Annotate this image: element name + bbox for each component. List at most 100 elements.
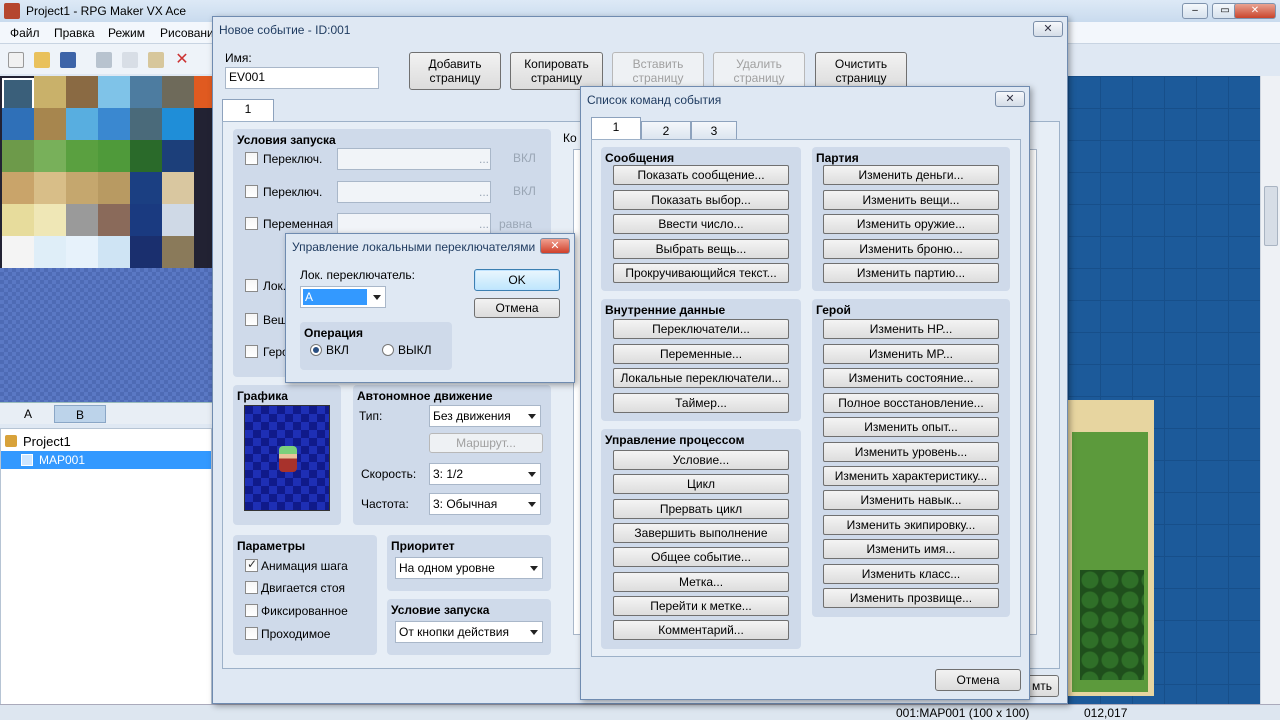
break-loop-button[interactable]: Прервать цикл bbox=[613, 499, 789, 519]
local-switch-ok-button[interactable]: OK bbox=[474, 269, 560, 291]
frequency-select[interactable]: 3: Обычная bbox=[429, 493, 541, 515]
open-project-icon[interactable] bbox=[34, 52, 50, 68]
cut-icon[interactable] bbox=[96, 52, 112, 68]
delete-page-button[interactable]: Удалить страницу bbox=[713, 52, 805, 90]
tile[interactable] bbox=[162, 140, 194, 172]
tile[interactable] bbox=[162, 76, 194, 108]
step-anim-checkbox[interactable] bbox=[245, 581, 258, 594]
comment-button[interactable]: Комментарий... bbox=[613, 620, 789, 640]
tile[interactable] bbox=[162, 108, 194, 140]
save-project-icon[interactable] bbox=[60, 52, 76, 68]
input-number-button[interactable]: Ввести число... bbox=[613, 214, 789, 234]
change-parameter-button[interactable]: Изменить характеристику... bbox=[823, 466, 999, 486]
tile[interactable] bbox=[130, 172, 162, 204]
menu-file[interactable]: Файл bbox=[10, 26, 40, 40]
clear-page-button[interactable]: Очистить страницу bbox=[815, 52, 907, 90]
commands-tab-2[interactable]: 2 bbox=[641, 121, 691, 140]
close-button[interactable]: ✕ bbox=[1234, 3, 1276, 19]
fixed-dir-checkbox[interactable] bbox=[245, 604, 258, 617]
tile[interactable] bbox=[34, 108, 66, 140]
tile[interactable] bbox=[34, 172, 66, 204]
commands-tab-1[interactable]: 1 bbox=[591, 117, 641, 139]
event-page-tab-1[interactable]: 1 bbox=[222, 99, 274, 121]
show-message-button[interactable]: Показать сообщение... bbox=[613, 165, 789, 185]
change-equipment-button[interactable]: Изменить экипировку... bbox=[823, 515, 999, 535]
switch2-checkbox[interactable] bbox=[245, 185, 258, 198]
change-name-button[interactable]: Изменить имя... bbox=[823, 539, 999, 559]
local-switch-select[interactable]: A bbox=[300, 286, 386, 308]
change-level-button[interactable]: Изменить уровень... bbox=[823, 442, 999, 462]
change-mp-button[interactable]: Изменить MP... bbox=[823, 344, 999, 364]
map-vertical-scrollbar[interactable] bbox=[1260, 76, 1280, 704]
minimize-button[interactable]: – bbox=[1182, 3, 1208, 19]
switch1-checkbox[interactable] bbox=[245, 152, 258, 165]
tile-selected[interactable] bbox=[2, 78, 34, 110]
tile[interactable] bbox=[98, 172, 130, 204]
tile[interactable] bbox=[194, 76, 212, 108]
event-name-field[interactable]: EV001 bbox=[225, 67, 379, 89]
select-item-button[interactable]: Выбрать вещь... bbox=[613, 239, 789, 259]
tree-project[interactable]: Project1 bbox=[23, 434, 71, 449]
tile[interactable] bbox=[34, 204, 66, 236]
tile[interactable] bbox=[34, 140, 66, 172]
route-button[interactable]: Маршрут... bbox=[429, 433, 543, 453]
local-switch-cancel-button[interactable]: Отмена bbox=[474, 298, 560, 318]
speed-select[interactable]: 3: 1/2 bbox=[429, 463, 541, 485]
tile[interactable] bbox=[66, 236, 98, 268]
tile[interactable] bbox=[66, 108, 98, 140]
menu-mode[interactable]: Режим bbox=[108, 26, 145, 40]
loop-button[interactable]: Цикл bbox=[613, 474, 789, 494]
switch2-field[interactable] bbox=[337, 181, 491, 203]
tile[interactable] bbox=[66, 76, 98, 108]
change-hp-button[interactable]: Изменить HP... bbox=[823, 319, 999, 339]
event-commands-close-button[interactable]: ✕ bbox=[995, 91, 1025, 107]
tile[interactable] bbox=[2, 108, 34, 140]
tile[interactable] bbox=[2, 140, 34, 172]
tile[interactable] bbox=[98, 76, 130, 108]
change-weapons-button[interactable]: Изменить оружие... bbox=[823, 214, 999, 234]
common-event-button[interactable]: Общее событие... bbox=[613, 547, 789, 567]
tile[interactable] bbox=[130, 204, 162, 236]
exit-event-button[interactable]: Завершить выполнение bbox=[613, 523, 789, 543]
switches-button[interactable]: Переключатели... bbox=[613, 319, 789, 339]
tile[interactable] bbox=[162, 204, 194, 236]
trigger-select[interactable]: От кнопки действия bbox=[395, 621, 543, 643]
change-party-button[interactable]: Изменить партию... bbox=[823, 263, 999, 283]
change-items-button[interactable]: Изменить вещи... bbox=[823, 190, 999, 210]
change-gold-button[interactable]: Изменить деньги... bbox=[823, 165, 999, 185]
menu-edit[interactable]: Правка bbox=[54, 26, 95, 40]
copy-page-button[interactable]: Копировать страницу bbox=[510, 52, 603, 90]
paste-page-button[interactable]: Вставить страницу bbox=[612, 52, 704, 90]
copy-icon[interactable] bbox=[122, 52, 138, 68]
tile[interactable] bbox=[34, 76, 66, 108]
operation-on-radio[interactable] bbox=[310, 344, 322, 356]
commands-cancel-button[interactable]: Отмена bbox=[935, 669, 1021, 691]
priority-select[interactable]: На одном уровне bbox=[395, 557, 543, 579]
label-button[interactable]: Метка... bbox=[613, 572, 789, 592]
tile[interactable] bbox=[34, 236, 66, 268]
scrollbar-thumb[interactable] bbox=[1264, 186, 1278, 246]
tile[interactable] bbox=[162, 236, 194, 268]
change-class-button[interactable]: Изменить класс... bbox=[823, 564, 999, 584]
change-skill-button[interactable]: Изменить навык... bbox=[823, 490, 999, 510]
delete-icon[interactable]: ✕ bbox=[174, 52, 190, 68]
recover-all-button[interactable]: Полное восстановление... bbox=[823, 393, 999, 413]
tile[interactable] bbox=[130, 76, 162, 108]
change-armor-button[interactable]: Изменить броню... bbox=[823, 239, 999, 259]
show-choice-button[interactable]: Показать выбор... bbox=[613, 190, 789, 210]
local-switches-button[interactable]: Локальные переключатели... bbox=[613, 368, 789, 388]
tile[interactable] bbox=[66, 140, 98, 172]
event-editor-close-button[interactable]: ✕ bbox=[1033, 21, 1063, 37]
tree-map-item[interactable]: MAP001 bbox=[1, 451, 211, 469]
hero-checkbox[interactable] bbox=[245, 345, 258, 358]
change-exp-button[interactable]: Изменить опыт... bbox=[823, 417, 999, 437]
tab-tileset-b[interactable]: B bbox=[54, 405, 106, 423]
tile[interactable] bbox=[130, 140, 162, 172]
tile[interactable] bbox=[98, 204, 130, 236]
new-project-icon[interactable] bbox=[8, 52, 24, 68]
tile[interactable] bbox=[162, 172, 194, 204]
switch1-field[interactable] bbox=[337, 148, 491, 170]
change-nickname-button[interactable]: Изменить прозвище... bbox=[823, 588, 999, 608]
through-checkbox[interactable] bbox=[245, 627, 258, 640]
commands-tab-3[interactable]: 3 bbox=[691, 121, 737, 140]
